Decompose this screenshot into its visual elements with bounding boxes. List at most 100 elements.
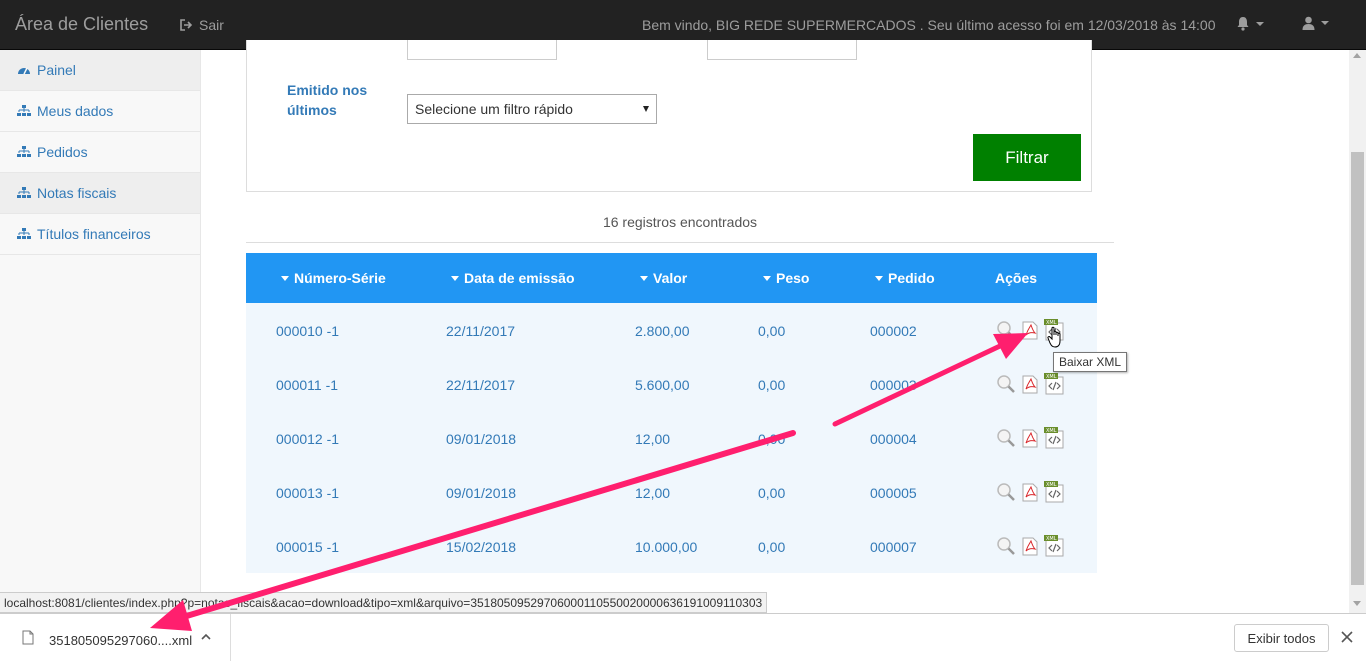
header-label: Pedido xyxy=(888,270,935,286)
cell-valor: 12,00 xyxy=(635,431,671,447)
sitemap-icon xyxy=(17,105,31,116)
svg-text:XML: XML xyxy=(1046,374,1057,380)
cell-peso: 0,00 xyxy=(758,323,786,339)
pdf-icon[interactable] xyxy=(1022,483,1038,502)
scroll-thumb[interactable] xyxy=(1351,152,1364,585)
header-label: Data de emissão xyxy=(464,270,575,286)
brand-title[interactable]: Área de Clientes xyxy=(15,14,148,35)
download-filename: 351805095297060....xml xyxy=(49,633,193,648)
quick-filter-value: Selecione um filtro rápido xyxy=(415,101,573,117)
date-from-input[interactable] xyxy=(407,40,557,60)
scroll-down-icon[interactable] xyxy=(1353,601,1361,606)
sort-down-icon xyxy=(763,275,771,281)
cell-data: 09/01/2018 xyxy=(446,431,517,447)
cell-valor: 10.000,00 xyxy=(635,539,698,555)
header-label: Número-Série xyxy=(294,270,386,286)
table-row: 000010 -1 22/11/2017 2.800,00 0,00 00000… xyxy=(246,303,1097,357)
magnifier-icon[interactable] xyxy=(996,482,1016,502)
sidebar-item-painel[interactable]: Painel xyxy=(0,50,200,91)
status-url: localhost:8081/clientes/index.php?p=nota… xyxy=(0,592,768,613)
table-row: 000013 -1 09/01/2018 12,00 0,00 000005 X… xyxy=(246,465,1097,519)
sidebar-item-notas-fiscais[interactable]: Notas fiscais xyxy=(0,173,200,214)
sort-data-emissao[interactable]: Data de emissão xyxy=(451,270,575,286)
table-row: 000015 -1 15/02/2018 10.000,00 0,00 0000… xyxy=(246,519,1097,573)
sidebar-item-label: Títulos financeiros xyxy=(37,226,151,242)
sidebar-item-label: Painel xyxy=(37,62,76,78)
invoices-table: Número-Série Data de emissão Valor Peso … xyxy=(246,253,1097,573)
bell-icon xyxy=(1237,17,1249,31)
close-icon[interactable] xyxy=(1341,631,1353,643)
chevron-down-icon xyxy=(1321,21,1329,25)
pdf-icon[interactable] xyxy=(1022,537,1038,556)
sidebar: Painel Meus dados Pedidos Notas fiscais … xyxy=(0,50,201,613)
header-acoes: Ações xyxy=(995,270,1037,286)
download-item[interactable]: 351805095297060....xml xyxy=(0,614,231,661)
cell-pedido: 000005 xyxy=(870,485,917,501)
svg-text:XML: XML xyxy=(1046,536,1057,542)
cell-peso: 0,00 xyxy=(758,377,786,393)
cell-data: 22/11/2017 xyxy=(446,377,516,393)
sidebar-item-label: Meus dados xyxy=(37,103,114,119)
xml-icon[interactable]: XML xyxy=(1044,481,1066,503)
emitted-label: Emitido nos últimos xyxy=(287,82,368,118)
file-icon xyxy=(22,630,34,645)
cell-valor: 5.600,00 xyxy=(635,377,690,393)
cell-valor: 12,00 xyxy=(635,485,671,501)
cell-peso: 0,00 xyxy=(758,485,786,501)
user-icon xyxy=(1302,16,1315,30)
scroll-up-icon[interactable] xyxy=(1353,53,1361,58)
cell-numero[interactable]: 000012 -1 xyxy=(276,431,339,447)
show-all-downloads-button[interactable]: Exibir todos xyxy=(1234,624,1329,652)
sidebar-item-label: Pedidos xyxy=(37,144,88,160)
cell-peso: 0,00 xyxy=(758,431,786,447)
table-row: 000012 -1 09/01/2018 12,00 0,00 000004 X… xyxy=(246,411,1097,465)
table-body: 000010 -1 22/11/2017 2.800,00 0,00 00000… xyxy=(246,303,1097,573)
logout-link[interactable]: Sair xyxy=(180,17,224,33)
download-shelf: 351805095297060....xml Exibir todos xyxy=(0,613,1366,661)
xml-icon[interactable]: XML xyxy=(1044,427,1066,449)
sidebar-item-label: Notas fiscais xyxy=(37,185,117,201)
sidebar-item-meus-dados[interactable]: Meus dados xyxy=(0,91,200,132)
pdf-icon[interactable] xyxy=(1022,321,1038,340)
magnifier-icon[interactable] xyxy=(996,374,1016,394)
table-row: 000011 -1 22/11/2017 5.600,00 0,00 00000… xyxy=(246,357,1097,411)
cell-data: 09/01/2018 xyxy=(446,485,517,501)
sort-numero-serie[interactable]: Número-Série xyxy=(281,270,386,286)
sitemap-icon xyxy=(17,228,31,239)
chevron-up-icon[interactable] xyxy=(200,632,212,642)
quick-filter-select[interactable]: Selecione um filtro rápido xyxy=(407,94,657,124)
filter-button[interactable]: Filtrar xyxy=(973,134,1081,181)
chevron-down-icon xyxy=(643,106,649,112)
sort-peso[interactable]: Peso xyxy=(763,270,809,286)
cell-numero[interactable]: 000013 -1 xyxy=(276,485,339,501)
header-label: Valor xyxy=(653,270,688,286)
header-label: Peso xyxy=(776,270,810,286)
sidebar-item-titulos-financeiros[interactable]: Títulos financeiros xyxy=(0,214,200,255)
cell-data: 15/02/2018 xyxy=(446,539,517,555)
vertical-scrollbar[interactable] xyxy=(1349,50,1366,613)
cell-pedido: 000002 xyxy=(870,323,917,339)
user-dropdown[interactable] xyxy=(1302,16,1329,30)
cell-numero[interactable]: 000010 -1 xyxy=(276,323,339,339)
sort-valor[interactable]: Valor xyxy=(640,270,687,286)
pdf-icon[interactable] xyxy=(1022,375,1038,394)
welcome-message: Bem vindo, BIG REDE SUPERMERCADOS . Seu … xyxy=(642,17,1216,33)
cell-valor: 2.800,00 xyxy=(635,323,690,339)
xml-icon[interactable]: XML xyxy=(1044,373,1066,395)
sidebar-item-pedidos[interactable]: Pedidos xyxy=(0,132,200,173)
cell-data: 22/11/2017 xyxy=(446,323,516,339)
cell-numero[interactable]: 000011 -1 xyxy=(276,377,338,393)
notifications-dropdown[interactable] xyxy=(1236,16,1264,31)
cell-numero[interactable]: 000015 -1 xyxy=(276,539,339,555)
xml-icon[interactable]: XML xyxy=(1044,535,1066,557)
magnifier-icon[interactable] xyxy=(996,320,1016,340)
sort-pedido[interactable]: Pedido xyxy=(875,270,935,286)
logout-label: Sair xyxy=(199,17,224,33)
tooltip: Baixar XML xyxy=(1053,352,1128,372)
date-to-input[interactable] xyxy=(707,40,857,60)
magnifier-icon[interactable] xyxy=(996,536,1016,556)
chevron-down-icon xyxy=(1256,21,1264,26)
magnifier-icon[interactable] xyxy=(996,428,1016,448)
sitemap-icon xyxy=(17,146,31,157)
pdf-icon[interactable] xyxy=(1022,429,1038,448)
